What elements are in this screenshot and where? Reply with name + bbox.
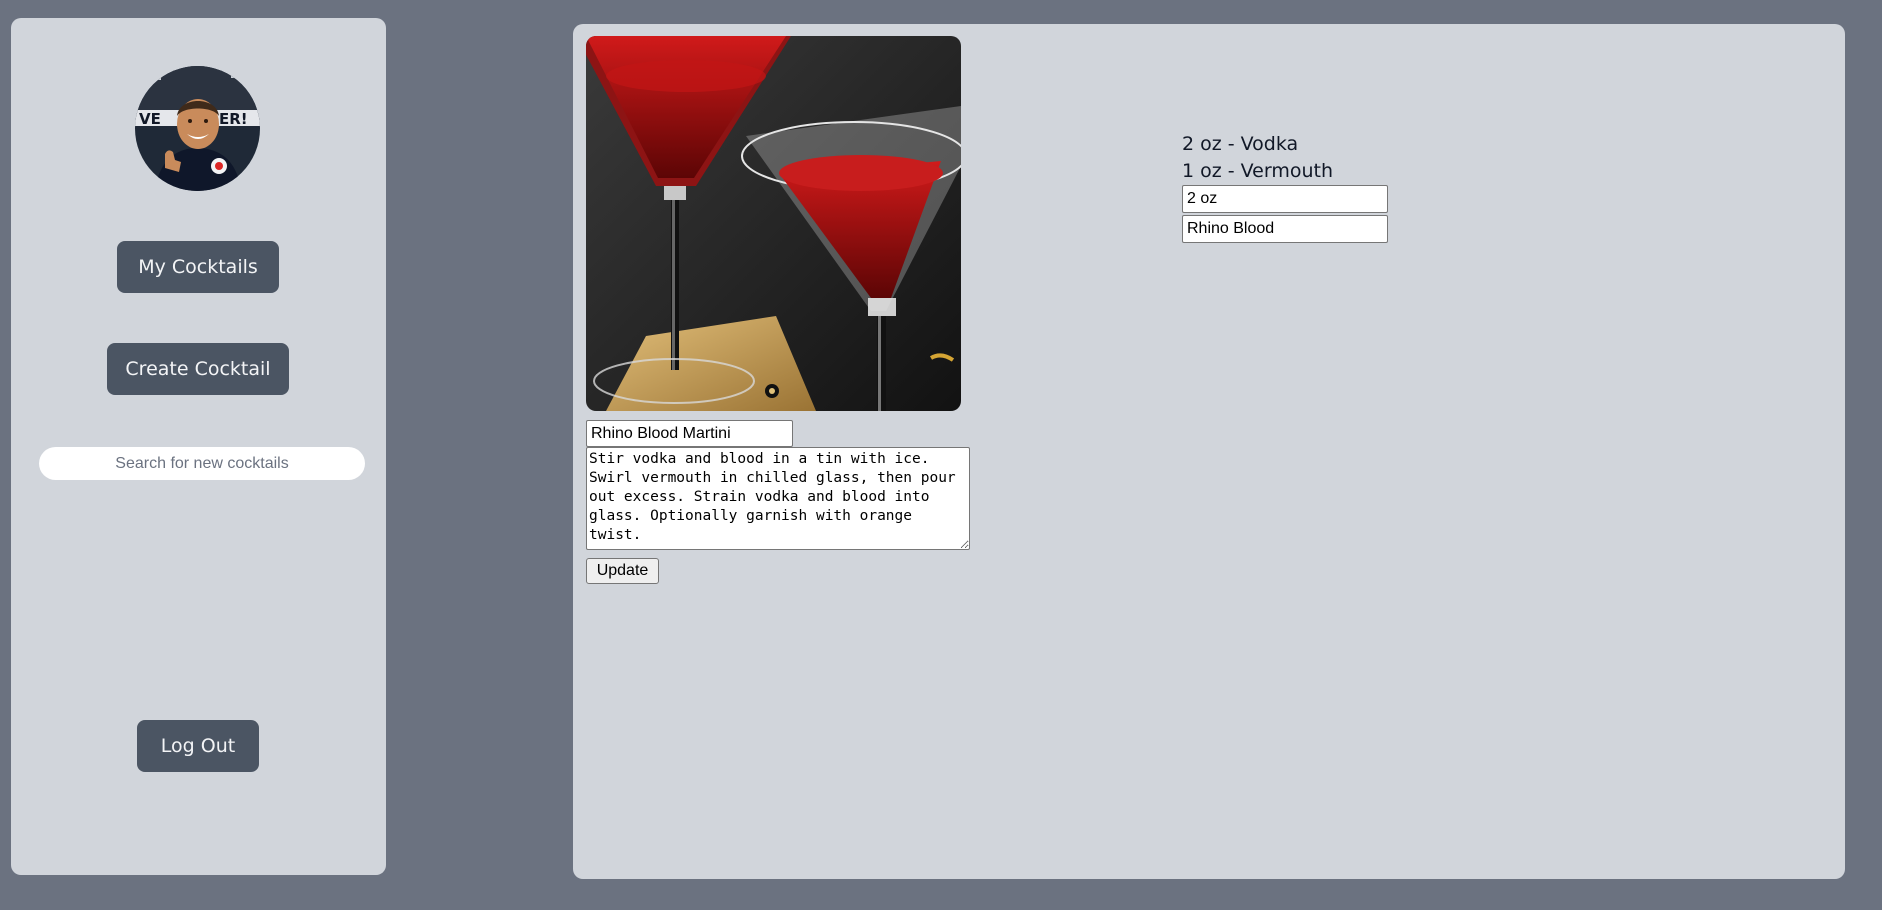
user-avatar[interactable]: VE ER! [135,66,260,191]
svg-text:VE: VE [139,110,161,128]
cocktail-editor-panel: Stir vodka and blood in a tin with ice. … [573,24,1845,879]
ingredient-item: 2 oz - Vodka [1182,133,1299,155]
ingredient-name-input[interactable] [1182,215,1388,243]
sidebar: VE ER! My Cocktails Create Cocktail Log … [11,18,386,875]
update-button[interactable]: Update [586,558,659,584]
ingredient-amount-input[interactable] [1182,185,1388,213]
search-input[interactable] [39,447,365,480]
ingredient-item: 1 oz - Vermouth [1182,160,1334,182]
cocktail-name-input[interactable] [586,420,793,447]
my-cocktails-button[interactable]: My Cocktails [117,241,279,293]
svg-text:ER!: ER! [219,110,248,128]
ingredient-list: 2 oz - Vodka 1 oz - Vermouth [1182,131,1388,245]
instructions-textarea[interactable]: Stir vodka and blood in a tin with ice. … [586,447,970,550]
cocktail-photo [586,36,961,411]
logout-button[interactable]: Log Out [137,720,259,772]
create-cocktail-button[interactable]: Create Cocktail [107,343,289,395]
